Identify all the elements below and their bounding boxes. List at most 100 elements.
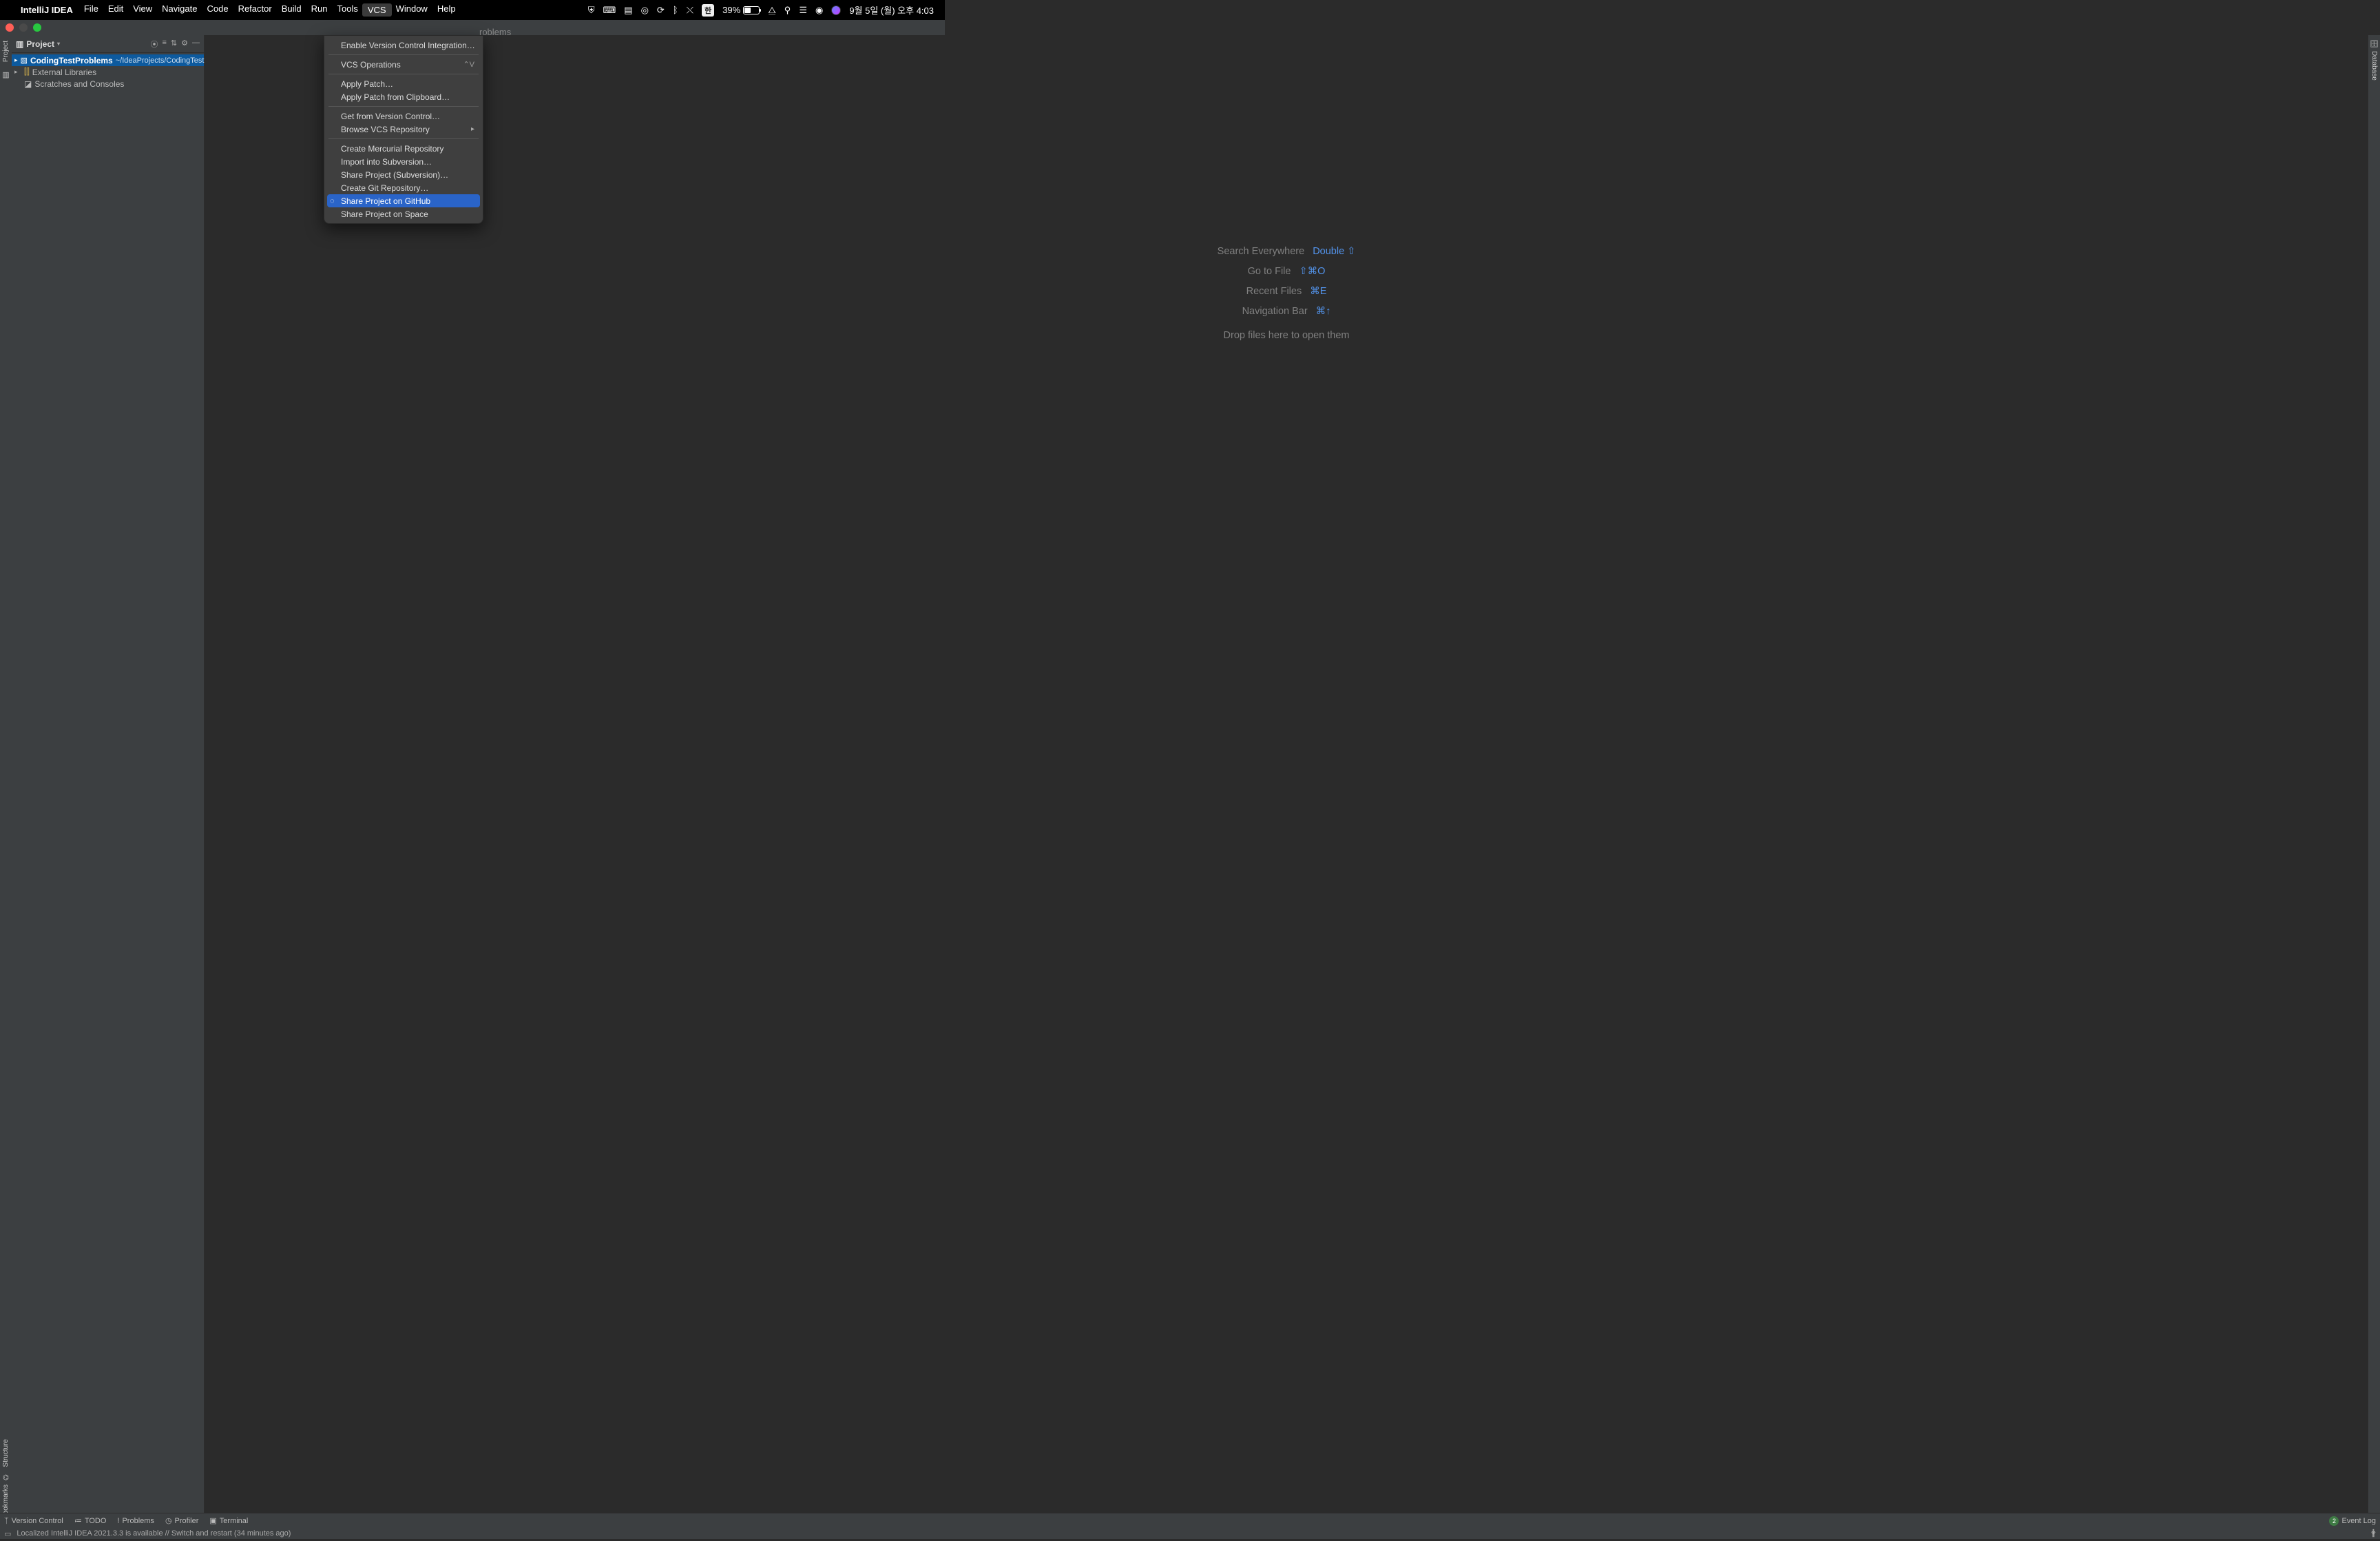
todo-label: TODO [85,1517,107,1525]
siri-icon[interactable]: ◉ [815,5,823,16]
menu-file[interactable]: File [84,3,98,17]
tree-scratches[interactable]: ◪ Scratches and Consoles [12,78,204,90]
project-title: Project [26,39,54,49]
external-libraries-label: External Libraries [32,68,96,77]
clock[interactable]: 9월 5일 (월) 오후 4:03 [849,3,934,17]
editor-area[interactable]: roblems Enable Version Control Integrati… [205,35,2368,1539]
todo-tool-button[interactable]: ≔TODO [74,1516,107,1525]
vcs-menu-item[interactable]: Share Project (Subversion)… [327,168,480,181]
keyboard-icon[interactable]: ⌨ [603,5,616,16]
control-center-icon[interactable]: ☰ [799,5,807,16]
sync-icon[interactable]: ⟳ [657,5,665,16]
collapse-icon[interactable]: ⇅ [171,39,177,50]
project-view-selector[interactable]: ▥ Project ▾ [16,39,60,49]
project-tab[interactable]: Project [2,41,10,62]
project-folder-icon[interactable]: ▥ [2,70,9,79]
zoom-window-button[interactable] [33,23,41,32]
menu-navigate[interactable]: Navigate [162,3,197,17]
problems-tool-button[interactable]: !Problems [117,1517,154,1525]
database-tab[interactable]: Database [2370,51,2378,81]
menubar-tray: ⛨ ⌨ ▤ ◎ ⟳ ᛒ ⤬ 한 39% ⧋ ⚲ ☰ ◉ 9월 5일 (월) 오후… [588,3,934,17]
minimize-window-button[interactable] [19,23,28,32]
gear-icon[interactable]: ⚙ [181,39,188,50]
vcs-menu-item[interactable]: Get from Version Control… [327,110,480,123]
search-icon[interactable]: ⚲ [784,5,791,16]
status-window-icon[interactable]: ▭ [4,1529,11,1538]
menu-item-label: Import into Subversion… [341,157,432,167]
project-icon: ▥ [16,39,23,49]
menu-build[interactable]: Build [282,3,302,17]
structure-tab[interactable]: Structure [2,1439,10,1467]
menu-code[interactable]: Code [207,3,228,17]
vcs-menu-item[interactable]: Create Git Repository… [327,181,480,194]
shield-icon[interactable]: ⛨ [588,5,595,16]
profiler-tool-button[interactable]: ◷Profiler [165,1516,198,1525]
menu-item-label: Share Project (Subversion)… [341,170,448,180]
vcs-menu-item[interactable]: Browse VCS Repository▸ [327,123,480,136]
menu-vcs[interactable]: VCS [362,3,392,17]
vcs-menu-item[interactable]: Import into Subversion… [327,155,480,168]
welcome-hints: Search EverywhereDouble ⇧Go to File⇧⌘ORe… [205,242,2368,346]
menu-tools[interactable]: Tools [337,3,357,17]
vcs-dropdown: Enable Version Control Integration… VCS O… [324,35,483,224]
menu-item-label: Enable Version Control Integration… [341,41,475,50]
branch-icon: ᛉ [4,1517,9,1525]
chevron-right-icon[interactable]: ▸ [14,68,21,76]
project-tool-window: ▥ Project ▾ ⦿ ≡ ⇅ ⚙ — ▸ ▧ CodingTestProb… [12,35,205,1539]
menu-item-label: Create Git Repository… [341,183,428,193]
structure-icon: ⌬ [3,1474,9,1482]
bluetooth-icon[interactable]: ᛒ [673,5,678,15]
menu-view[interactable]: View [133,3,152,17]
project-header: ▥ Project ▾ ⦿ ≡ ⇅ ⚙ — [12,35,204,53]
menu-item-label: Create Mercurial Repository [341,144,443,154]
vcs-menu-item[interactable]: Apply Patch… [327,77,480,90]
menu-item-shortcut: ⌃V [463,60,474,69]
menu-item-label: Share Project on GitHub [341,196,430,206]
battery-indicator[interactable]: 39% [722,5,760,15]
vcs-menu-item[interactable]: ◌Share Project on GitHub [327,194,480,207]
vcs-menu-item[interactable]: Enable Version Control Integration… [327,39,480,52]
welcome-hint-label: Search Everywhere [1218,242,1305,262]
target-icon[interactable]: ⦿ [150,39,158,50]
app-name[interactable]: IntelliJ IDEA [21,5,73,15]
terminal-tool-button[interactable]: ▣Terminal [209,1516,248,1525]
terminal-icon: ▣ [209,1516,216,1525]
close-window-button[interactable] [6,23,14,32]
library-icon: ⫿⫿ [24,67,30,77]
menu-edit[interactable]: Edit [108,3,123,17]
wifi-icon[interactable]: ⧋ [768,5,776,16]
mute-icon[interactable]: ⤬ [687,5,693,16]
dock-icon[interactable]: ▤ [624,5,632,16]
chevron-right-icon[interactable]: ▸ [14,56,18,64]
menu-help[interactable]: Help [437,3,456,17]
menu-item-label: Get from Version Control… [341,112,440,121]
vcs-menu-item[interactable]: Share Project on Space [327,207,480,220]
tab-fragment[interactable]: roblems [479,27,511,37]
menu-run[interactable]: Run [311,3,328,17]
ime-indicator[interactable]: 한 [702,4,714,17]
tree-external-libraries[interactable]: ▸ ⫿⫿ External Libraries [12,66,204,78]
profiler-label: Profiler [175,1517,199,1525]
vcs-menu-item[interactable]: VCS Operations⌃V [327,58,480,71]
database-icon[interactable]: 🗄 [2370,41,2379,48]
vcs-menu-item[interactable]: Apply Patch from Clipboard… [327,90,480,103]
tree-project-root[interactable]: ▸ ▧ CodingTestProblems ~/IdeaProjects/Co… [12,54,204,66]
hide-icon[interactable]: — [192,39,200,50]
ide-man-icon[interactable]: 🛉 [2371,1527,2376,1541]
welcome-hint-shortcut: Double ⇧ [1313,242,1355,262]
version-control-tool-button[interactable]: ᛉVersion Control [4,1517,63,1525]
menu-window[interactable]: Window [396,3,428,17]
menu-refactor[interactable]: Refactor [238,3,272,17]
drop-files-hint: Drop files here to open them [205,326,2368,346]
welcome-hint-shortcut: ⇧⌘O [1299,262,1325,282]
user-avatar-icon[interactable] [831,6,841,15]
welcome-hint-label: Go to File [1248,262,1291,282]
project-tree[interactable]: ▸ ▧ CodingTestProblems ~/IdeaProjects/Co… [12,53,204,90]
event-log-button[interactable]: 2Event Log [2329,1516,2376,1526]
problems-icon: ! [117,1517,119,1525]
airdrop-icon[interactable]: ◎ [641,5,649,16]
status-message[interactable]: Localized IntelliJ IDEA 2021.3.3 is avai… [17,1529,291,1538]
vcs-menu-item[interactable]: Create Mercurial Repository [327,142,480,155]
scratches-label: Scratches and Consoles [34,79,124,89]
expand-icon[interactable]: ≡ [162,39,166,50]
